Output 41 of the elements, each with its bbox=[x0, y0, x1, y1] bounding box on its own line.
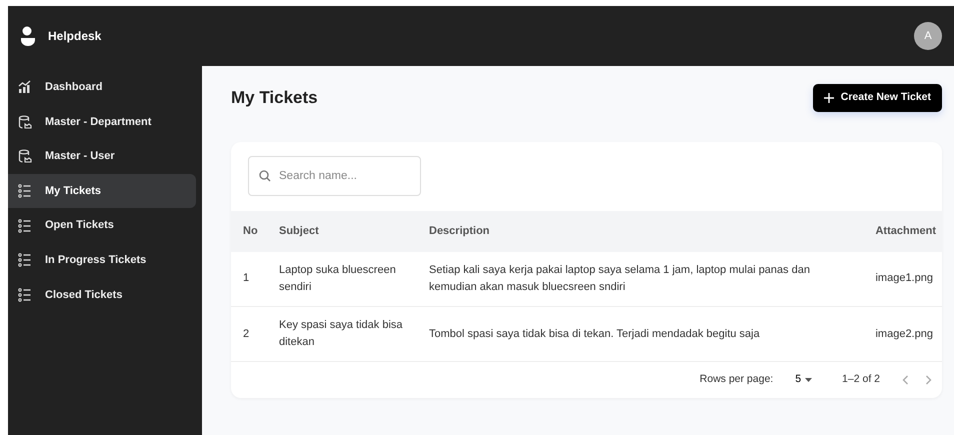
next-page-button[interactable] bbox=[925, 375, 932, 386]
table-cell: 2 bbox=[231, 306, 273, 362]
sidebar-item[interactable]: My Tickets bbox=[8, 174, 196, 208]
table-cell: Key spasi saya tidak bisa ditekan bbox=[273, 306, 423, 362]
table-cell: 1 bbox=[231, 252, 273, 307]
column-header: Subject bbox=[273, 210, 423, 252]
caret-icon bbox=[805, 378, 812, 382]
table-cell: Setiap kali saya kerja pakai laptop saya selama 1 jam, laptop mulai panas dan kemudian akan masuk bluecsreen sndiri bbox=[423, 252, 870, 307]
rows-per-page-label: Rows per page: bbox=[700, 372, 774, 388]
list-icon bbox=[18, 184, 32, 198]
app-title: Helpdesk bbox=[48, 28, 102, 45]
list-icon bbox=[18, 218, 32, 233]
chevron-left-icon bbox=[902, 375, 909, 386]
table-cell: image1.png bbox=[869, 252, 942, 307]
table-cell: Laptop suka bluescreen sendiri bbox=[273, 252, 423, 307]
column-header: Attachment bbox=[869, 210, 942, 252]
sidebar-item[interactable]: In Progress Tickets bbox=[8, 242, 196, 278]
search-icon bbox=[259, 170, 271, 182]
page-range: 1–2 of 2 bbox=[842, 372, 880, 388]
sidebar-item[interactable]: Master - Department bbox=[8, 104, 196, 140]
plus-icon bbox=[824, 92, 834, 103]
rows-per-page-select[interactable]: 5 bbox=[795, 372, 812, 388]
sidebar-item[interactable]: Open Tickets bbox=[8, 208, 196, 243]
database-icon bbox=[18, 114, 32, 129]
table-cell: Tombol spasi saya tidak bisa di tekan. Terjadi mendadak begitu saja bbox=[423, 306, 870, 362]
list-icon bbox=[18, 253, 32, 268]
sidebar-item[interactable]: Master - User bbox=[8, 139, 196, 174]
sidebar-item[interactable]: Dashboard bbox=[8, 70, 196, 105]
table-cell: image2.png bbox=[869, 306, 942, 362]
previous-page-button[interactable] bbox=[902, 375, 909, 386]
sidebar-item[interactable]: Closed Tickets bbox=[8, 278, 196, 312]
chevron-right-icon bbox=[925, 375, 932, 386]
column-header: No bbox=[231, 210, 273, 252]
list-icon bbox=[18, 288, 32, 302]
create-ticket-button[interactable]: Create New Ticket bbox=[812, 84, 942, 112]
search-field[interactable]: Search name... bbox=[248, 156, 421, 196]
database-icon bbox=[18, 149, 32, 164]
column-header: Description bbox=[423, 210, 870, 252]
chart-icon bbox=[18, 80, 32, 94]
logo-icon bbox=[20, 26, 36, 46]
page-title: My Tickets bbox=[231, 88, 318, 108]
